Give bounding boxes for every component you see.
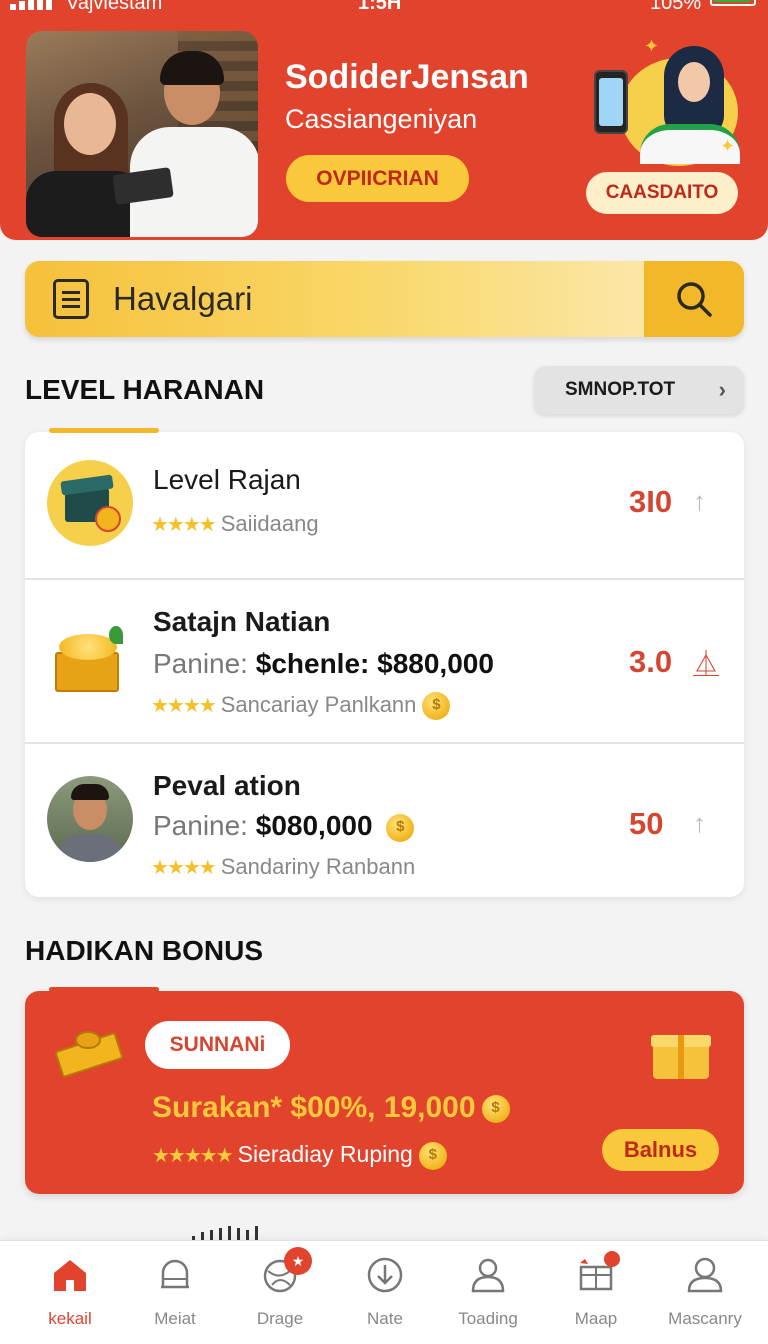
item-rating: ★★★★ Sancariay Panlkann	[151, 692, 451, 721]
coin-icon	[386, 813, 415, 842]
item-score: 50	[629, 806, 664, 841]
bonus-chip: SUNNANi	[145, 1021, 290, 1069]
sparkle-icon: ✦	[720, 136, 736, 156]
list-item[interactable]: Level Rajan ★★★★ Saiidaang 3I0 ↑	[25, 432, 744, 578]
bonus-subtitle: ★★★★★ Sieradiay Ruping	[152, 1141, 447, 1170]
see-more-button[interactable]: SMNOP.TOT ›	[534, 366, 744, 414]
item-price: Panine: $chenle: $880,000	[153, 648, 494, 680]
bonus-button[interactable]: Balnus	[602, 1129, 719, 1171]
globe-icon: ★	[260, 1247, 312, 1295]
nav-item-toading[interactable]: Toading	[433, 1255, 543, 1335]
nav-item-mascanry[interactable]: Mascanry	[650, 1255, 760, 1335]
search-button[interactable]	[644, 261, 744, 337]
arrow-up-icon: ↑	[693, 486, 706, 516]
search-input[interactable]	[113, 273, 633, 325]
item-rating-text: Sancariay Panlkann	[220, 692, 417, 717]
tab-indicator	[49, 987, 159, 992]
bonus-subtitle-text: Sieradiay Ruping	[237, 1141, 413, 1167]
gift-icon	[651, 1025, 711, 1079]
nav-label: Drage	[256, 1309, 304, 1328]
battery-percent: 105%	[650, 0, 702, 14]
bonus-amount: Surakan* $00%, 19,000	[152, 1091, 510, 1125]
carrier-name: Vajviestam	[66, 0, 163, 14]
chevron-right-icon: ›	[718, 377, 726, 402]
see-more-label: SMNOP.TOT	[565, 379, 676, 400]
item-price-label: Panine:	[153, 810, 248, 841]
hero-secondary-button[interactable]: CAASDAITO	[586, 172, 738, 214]
search-icon	[677, 282, 712, 317]
signal-icon	[10, 0, 52, 10]
battery-icon	[710, 0, 756, 6]
level-list: Level Rajan ★★★★ Saiidaang 3I0 ↑ Satajn N…	[25, 428, 744, 897]
list-item[interactable]: Peval ation Panine: $080,000 ★★★★Sandari…	[25, 742, 744, 897]
profile-icon	[685, 1255, 725, 1295]
nav-item-nate[interactable]: Nate	[330, 1255, 440, 1335]
item-title: Satajn Natian	[153, 606, 331, 637]
scroll-hint-icon	[192, 1226, 266, 1240]
hero-subtitle: Cassiangeniyan	[285, 104, 478, 134]
bonus-section-title: HADIKAN BONUS	[25, 935, 263, 966]
nav-item-home[interactable]: kekail	[15, 1255, 125, 1335]
notification-badge: ★	[284, 1247, 312, 1275]
bonus-amount-text: Surakan* $00%, 19,000	[152, 1091, 476, 1124]
hero-banner[interactable]: Vajviestam 1:5H 105% SodiderJensan Cassi…	[0, 0, 768, 240]
nav-label: Meiat	[154, 1309, 196, 1328]
download-icon	[365, 1255, 405, 1295]
item-rating: ★★★★ Sandariny Ranbann	[151, 854, 415, 880]
item-rating: ★★★★ Saiidaang	[151, 511, 319, 537]
coin-icon	[418, 1141, 447, 1170]
stars-icon: ★★★★	[151, 695, 217, 717]
chest-icon	[47, 460, 133, 546]
hero-illustration: ✦ ✦	[580, 36, 750, 170]
nav-item-maap[interactable]: Maap	[541, 1251, 651, 1335]
stars-icon: ★★★★	[151, 857, 217, 879]
level-section-title: LEVEL HARANAN	[25, 374, 265, 405]
nav-label: Nate	[367, 1309, 403, 1328]
nav-label: Toading	[458, 1309, 518, 1328]
notification-badge	[604, 1251, 620, 1267]
treasure-chest-icon	[47, 616, 133, 702]
item-price-value: $chenle: $880,000	[255, 648, 494, 679]
map-icon	[576, 1251, 620, 1295]
item-rating-text: Sandariny Ranbann	[220, 854, 416, 879]
item-price-label: Panine:	[153, 648, 248, 679]
gold-bars-icon	[53, 1027, 125, 1079]
avatar	[47, 776, 133, 862]
search-bar[interactable]	[25, 261, 744, 337]
item-score: 3I0	[629, 484, 673, 519]
nav-label: kekail	[48, 1309, 92, 1328]
item-score: 3.0	[629, 644, 673, 679]
status-time: 1:5H	[358, 0, 402, 14]
menu-icon[interactable]	[53, 279, 89, 319]
coin-icon	[481, 1095, 510, 1124]
bell-icon	[155, 1255, 195, 1295]
sparkle-icon: ✦	[644, 36, 660, 56]
hero-photo	[26, 31, 258, 237]
hero-title: SodiderJensan	[285, 58, 529, 96]
nav-label: Maap	[574, 1309, 618, 1328]
hero-primary-button[interactable]: OVPIICRIAN	[286, 155, 469, 202]
phone-icon	[594, 70, 628, 134]
bottom-nav: kekail Meiat ★ Drage Nate Toading Maap M…	[0, 1240, 768, 1344]
nav-label: Mascanry	[668, 1309, 742, 1328]
stars-icon: ★★★★★	[152, 1145, 234, 1167]
user-icon	[468, 1255, 508, 1295]
nav-item-drage[interactable]: ★ Drage	[225, 1247, 335, 1335]
arrow-up-icon: ↑	[693, 808, 706, 838]
stars-icon: ★★★★	[151, 514, 217, 536]
nav-item-meiat[interactable]: Meiat	[120, 1255, 230, 1335]
item-price: Panine: $080,000	[153, 810, 415, 842]
list-item[interactable]: Satajn Natian Panine: $chenle: $880,000 …	[25, 578, 744, 742]
item-rating-text: Saiidaang	[220, 511, 319, 536]
bonus-card[interactable]: SUNNANi Surakan* $00%, 19,000 ★★★★★Siera…	[25, 987, 744, 1194]
status-bar: Vajviestam 1:5H 105%	[0, 0, 768, 14]
home-icon	[50, 1255, 90, 1295]
coin-icon	[422, 692, 451, 721]
item-price-value: $080,000	[255, 810, 373, 841]
trend-icon: ⏅	[693, 649, 720, 679]
item-title: Level Rajan	[153, 464, 301, 495]
item-title: Peval ation	[153, 770, 301, 801]
